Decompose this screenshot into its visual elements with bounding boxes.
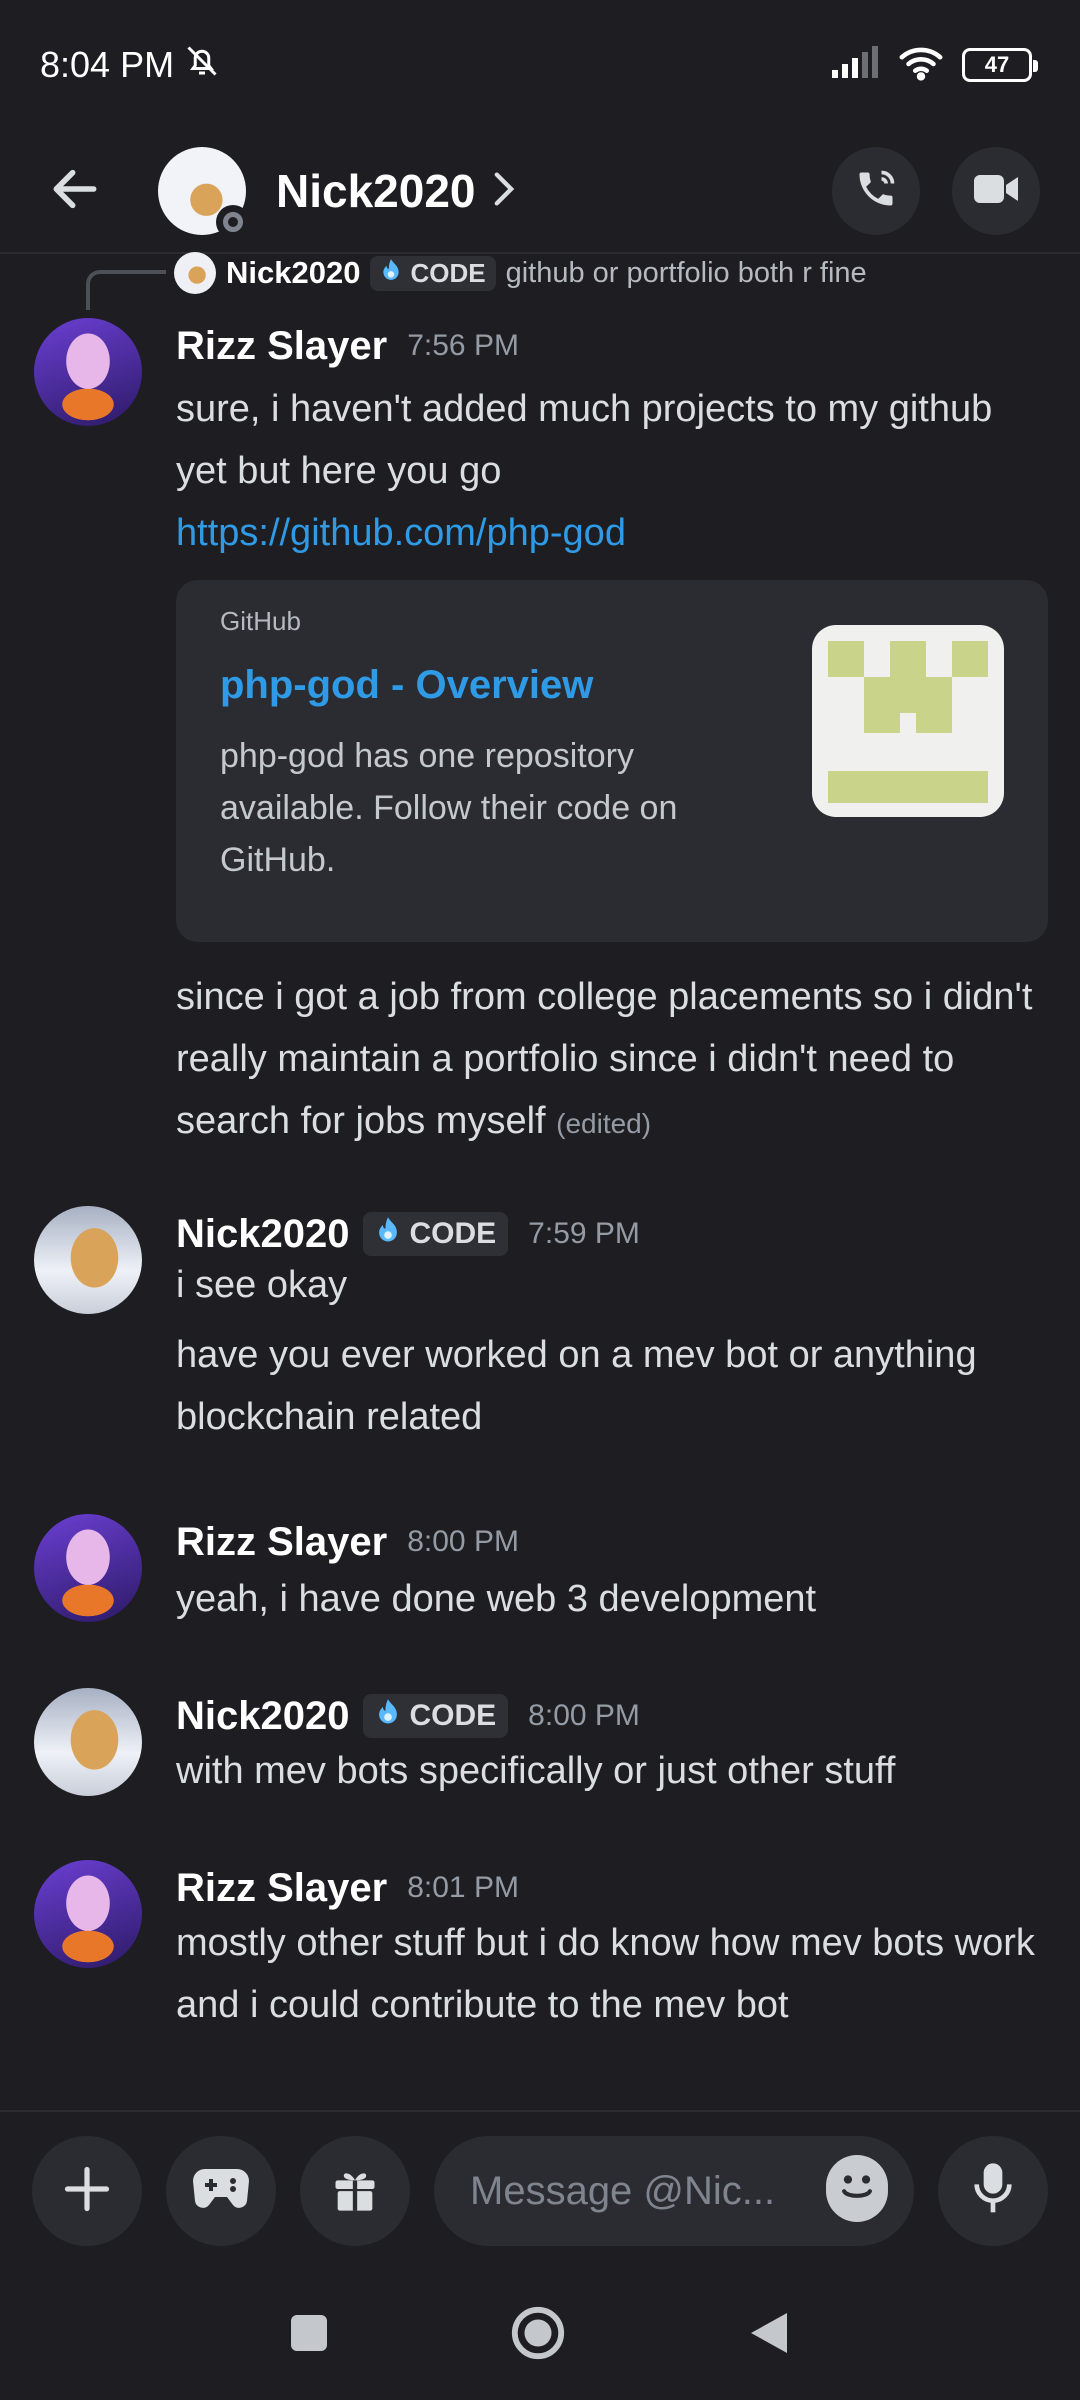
message-header: Rizz Slayer 7:56 PM [176,318,519,374]
message-author[interactable]: Rizz Slayer [176,1866,387,1911]
server-tag[interactable]: CODE [363,1212,509,1256]
server-tag[interactable]: CODE [363,1694,509,1738]
message-link[interactable]: https://github.com/php-god [176,512,626,554]
message-time: 7:56 PM [407,329,519,362]
signal-icon [830,45,880,85]
message-followup: since i got a job from college placement… [176,966,1046,1155]
chat-title[interactable]: Nick2020 [276,164,476,218]
avatar[interactable] [34,1860,142,1968]
message-body: sure, i haven't added much projects to m… [176,388,993,492]
back-arrow-icon [47,161,103,222]
message-author[interactable]: Rizz Slayer [176,1520,387,1565]
emoji-button[interactable] [826,2155,888,2222]
message-text: i see okay [176,1264,348,1306]
status-left: 8:04 PM [40,43,220,88]
message-input[interactable]: Message @Nic... [434,2136,914,2246]
reply-preview[interactable]: Nick2020 CODE github or portfolio both r… [174,250,867,296]
flame-icon [375,1698,401,1734]
reply-connector [86,270,166,310]
reply-tag-label: CODE [410,257,486,288]
wifi-icon [898,45,944,86]
chat-header: Nick2020 [0,130,1080,254]
activities-button[interactable] [166,2136,276,2246]
offline-status-dot [216,205,250,239]
message-text: with mev bots specifically or just other… [176,1750,896,1792]
flame-icon [380,258,402,289]
status-time: 8:04 PM [40,44,175,85]
status-bar: 8:04 PM 47 [0,0,1080,130]
bell-off-icon [184,43,220,88]
header-actions [832,147,1040,235]
message-time: 8:01 PM [407,1871,519,1904]
voice-call-button[interactable] [832,147,920,235]
message-time: 7:59 PM [528,1217,640,1250]
avatar[interactable] [34,318,142,426]
message-followup: have you ever worked on a mev bot or any… [176,1334,977,1438]
plus-icon [61,2163,113,2220]
avatar[interactable] [34,1206,142,1314]
video-icon [972,169,1020,214]
message-header: Rizz Slayer 8:01 PM [176,1860,519,1916]
back-nav-icon[interactable] [747,2309,791,2362]
message-author[interactable]: Rizz Slayer [176,324,387,369]
message-author[interactable]: Nick2020 [176,1694,349,1739]
chevron-right-icon[interactable] [492,171,516,212]
embed-description: php-god has one repository available. Fo… [220,737,678,879]
system-nav-bar [0,2270,1080,2400]
flame-icon [375,1216,401,1252]
reply-tag: CODE [370,255,496,291]
gift-icon [329,2163,381,2220]
embed-thumbnail [812,625,1004,817]
message-author[interactable]: Nick2020 [176,1212,349,1257]
battery-icon: 47 [962,48,1038,82]
message-header: Nick2020 CODE 8:00 PM [176,1688,640,1744]
phone-icon [854,167,898,216]
recents-icon[interactable] [289,2313,329,2358]
tag-label: CODE [409,1699,497,1732]
header-avatar[interactable] [158,147,250,239]
message-header: Rizz Slayer 8:00 PM [176,1514,519,1570]
gift-button[interactable] [300,2136,410,2246]
reply-avatar [174,252,216,294]
battery-level: 47 [984,52,1010,77]
emoji-icon [826,2155,888,2227]
microphone-icon [968,2161,1018,2222]
message-text: yeah, i have done web 3 development [176,1578,817,1620]
link-embed[interactable]: GitHub php-god - Overview php-god has on… [176,580,1048,942]
status-right: 47 [830,45,1038,86]
back-button[interactable] [40,156,110,226]
avatar[interactable] [34,1514,142,1622]
reply-author: Nick2020 [226,255,361,290]
gamepad-icon [191,2165,251,2218]
message-time: 8:00 PM [528,1699,640,1732]
message-text: sure, i haven't added much projects to m… [176,378,1046,564]
avatar[interactable] [34,1688,142,1796]
reply-text: github or portfolio both r fine [505,256,867,289]
voice-message-button[interactable] [938,2136,1048,2246]
message-input-placeholder: Message @Nic... [470,2168,776,2213]
message-text: mostly other stuff but i do know how mev… [176,1922,1035,2026]
message-composer: Message @Nic... [0,2110,1080,2270]
tag-label: CODE [409,1217,497,1250]
home-icon[interactable] [509,2304,567,2367]
edited-label: (edited) [556,1108,652,1139]
message-time: 8:00 PM [407,1525,519,1558]
video-call-button[interactable] [952,147,1040,235]
attach-button[interactable] [32,2136,142,2246]
